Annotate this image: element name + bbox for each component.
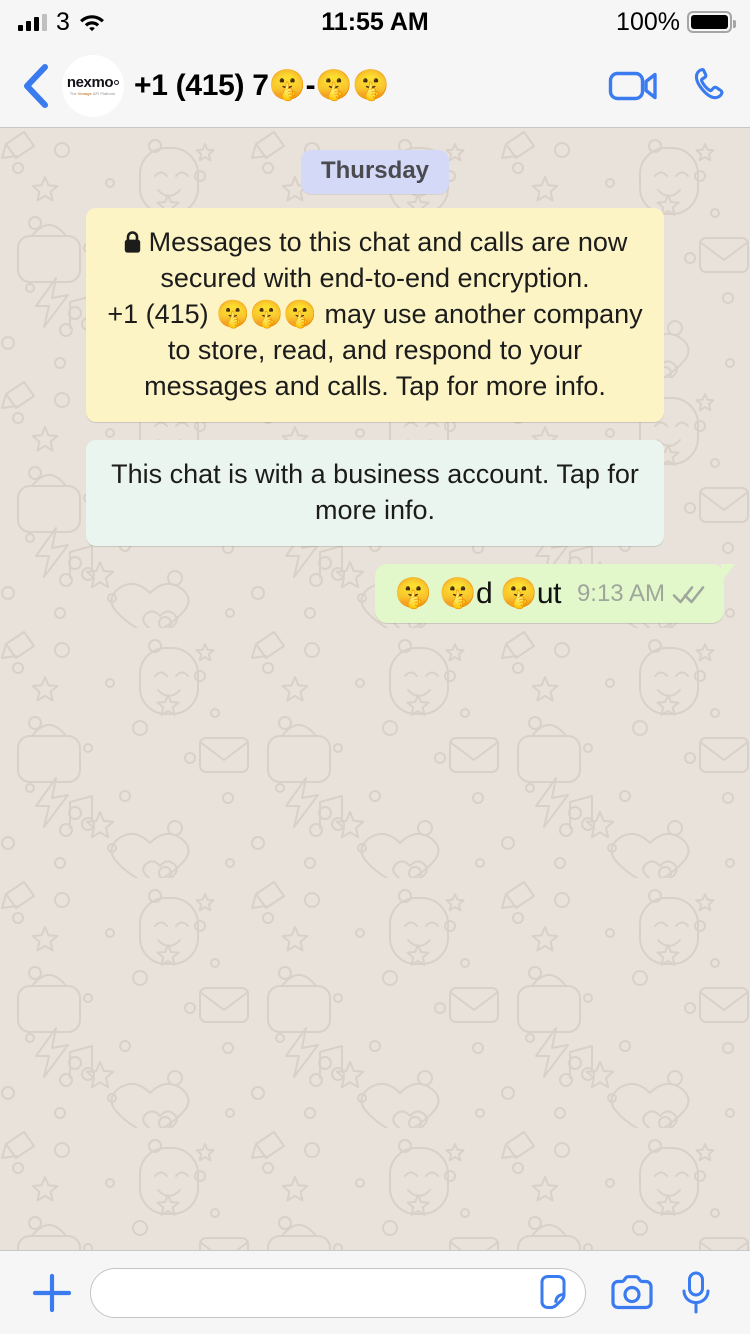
microphone-button[interactable] [664, 1270, 728, 1316]
message-input[interactable] [111, 1277, 535, 1308]
message-text: 🤫 🤫d 🤫ut [394, 577, 562, 610]
phone-call-icon [694, 67, 724, 99]
encryption-notice-line2: +1 (415) 🤫🤫🤫 may use another company to … [107, 299, 643, 401]
chat-header: nexmo The Vonage API Platform +1 (415) 7… [0, 44, 750, 128]
microphone-icon [682, 1271, 710, 1313]
logo-dot-icon [114, 79, 120, 85]
header-actions [608, 65, 732, 107]
video-call-button[interactable] [608, 69, 658, 103]
encryption-notice-line1: Messages to this chat and calls are now … [148, 227, 628, 293]
encryption-notice[interactable]: Messages to this chat and calls are now … [86, 208, 664, 422]
message-list[interactable]: Thursday Messages to this chat and calls… [0, 128, 750, 1250]
wifi-icon [79, 13, 105, 32]
voice-call-button[interactable] [690, 65, 732, 107]
lock-icon [123, 227, 142, 253]
sticker-button[interactable] [535, 1273, 575, 1313]
battery-percent-label: 100% [616, 7, 680, 36]
video-call-icon [608, 71, 657, 100]
whatsapp-chat-screen: 3 11:55 AM 100% nexmo The Vonage API Pla… [0, 0, 750, 1334]
date-separator: Thursday [300, 150, 450, 194]
camera-icon [611, 1274, 653, 1309]
double-check-icon [672, 582, 706, 606]
status-bar-right: 100% [616, 7, 736, 37]
signal-bars-icon [18, 13, 47, 31]
status-bar-left: 3 [18, 8, 105, 37]
outgoing-message-bubble[interactable]: 🤫 🤫d 🤫ut 9:13 AM [374, 564, 735, 623]
carrier-label: 3 [56, 7, 70, 36]
plus-icon [32, 1273, 72, 1312]
avatar-logo-tagline: The Vonage API Platform [70, 92, 116, 97]
date-separator-row: Thursday [0, 150, 750, 194]
business-account-notice[interactable]: This chat is with a business account. Ta… [86, 440, 664, 546]
camera-button[interactable] [600, 1273, 664, 1313]
battery-full-icon [687, 11, 736, 33]
contact-name[interactable]: +1 (415) 7🤫-🤫🤫 [134, 68, 596, 103]
message-input-bar [0, 1250, 750, 1334]
message-row: 🤫 🤫d 🤫ut 9:13 AM [0, 564, 750, 623]
back-button[interactable] [14, 62, 56, 110]
status-bar: 3 11:55 AM 100% [0, 0, 750, 44]
message-input-field[interactable] [90, 1267, 586, 1318]
message-meta: 9:13 AM [577, 580, 706, 608]
avatar-logo-text: nexmo [67, 75, 120, 90]
sticker-icon [540, 1274, 566, 1309]
message-time: 9:13 AM [576, 579, 665, 607]
attach-button[interactable] [22, 1270, 82, 1316]
avatar[interactable]: nexmo The Vonage API Platform [62, 54, 124, 117]
chat-area: Thursday Messages to this chat and calls… [0, 128, 750, 1250]
back-chevron-icon [24, 63, 48, 108]
